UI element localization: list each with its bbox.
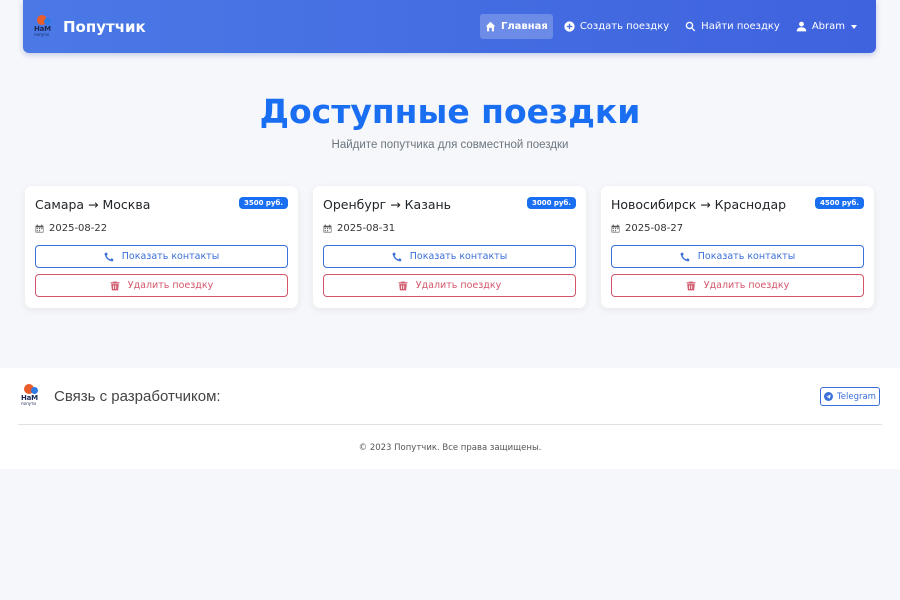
- home-icon: [485, 21, 496, 32]
- user-menu-dropdown[interactable]: Abram: [791, 14, 862, 39]
- nav-item-home[interactable]: Главная: [479, 14, 553, 39]
- search-icon: [685, 21, 696, 32]
- calendar-icon: [323, 224, 332, 233]
- phone-icon: [104, 252, 114, 261]
- trip-date-value: 2025-08-31: [337, 223, 396, 234]
- brand[interactable]: НаМ попути Попутчик: [34, 14, 146, 40]
- brand-name[interactable]: Попутчик: [63, 18, 146, 36]
- trip-card: Оренбург → Казань 3000 руб. 2025-08-31 П…: [313, 186, 586, 308]
- trip-date: 2025-08-27: [611, 223, 683, 234]
- delete-trip-button[interactable]: Удалить поездку: [323, 274, 576, 297]
- price-badge: 4500 руб.: [814, 197, 864, 209]
- phone-icon: [680, 252, 690, 261]
- trip-date-value: 2025-08-27: [625, 223, 684, 234]
- trash-icon: [110, 281, 120, 290]
- footer-divider: [18, 424, 882, 425]
- trip-route: Оренбург → Казань: [323, 197, 452, 212]
- calendar-icon: [611, 224, 620, 233]
- show-contacts-button[interactable]: Показать контакты: [611, 245, 864, 268]
- trip-route: Новосибирск → Краснодар: [611, 197, 787, 212]
- username: Abram: [811, 21, 845, 32]
- delete-trip-button[interactable]: Удалить поездку: [35, 274, 288, 297]
- show-contacts-button[interactable]: Показать контакты: [35, 245, 288, 268]
- copyright: © 2023 Попутчик. Все права защищены.: [358, 443, 542, 453]
- developer-contact-label: Связь с разработчиком:: [54, 388, 221, 405]
- navbar: НаМ попути Попутчик Главная Создать поез…: [23, 0, 876, 53]
- trip-card: Самара → Москва 3500 руб. 2025-08-22 Пок…: [25, 186, 298, 308]
- telegram-button[interactable]: Telegram: [820, 387, 880, 406]
- logo-subtext: попути: [34, 31, 49, 37]
- logo-subtext: попути: [21, 401, 36, 406]
- show-contacts-button[interactable]: Показать контакты: [323, 245, 576, 268]
- nav-item-find-trip[interactable]: Найти поездку: [680, 14, 785, 39]
- calendar-icon: [35, 224, 44, 233]
- price-badge: 3500 руб.: [238, 197, 288, 209]
- user-icon: [796, 21, 807, 32]
- delete-trip-button[interactable]: Удалить поездку: [611, 274, 864, 297]
- page-title: Доступные поездки: [259, 92, 641, 131]
- footer: НаМ попути Связь с разработчиком: Telegr…: [0, 368, 900, 469]
- nav-item-label: Главная: [500, 21, 548, 32]
- trash-icon: [398, 281, 408, 290]
- page-subtitle: Найдите попутчика для совместной поездки: [331, 139, 569, 151]
- trip-card: Новосибирск → Краснодар 4500 руб. 2025-0…: [601, 186, 874, 308]
- logo: НаМ попути: [34, 14, 56, 40]
- nav-item-label: Создать поездку: [579, 21, 670, 32]
- price-badge: 3000 руб.: [526, 197, 576, 209]
- chevron-down-icon: [851, 24, 857, 29]
- trip-date: 2025-08-31: [323, 223, 395, 234]
- trash-icon: [686, 281, 696, 290]
- footer-logo: НаМ попути: [21, 383, 43, 409]
- nav-menu: Главная Создать поездку Найти поездку Ab…: [474, 14, 862, 39]
- phone-icon: [392, 252, 402, 261]
- trip-date-value: 2025-08-22: [49, 223, 108, 234]
- trip-date: 2025-08-22: [35, 223, 107, 234]
- telegram-icon: [824, 392, 834, 401]
- nav-item-create-trip[interactable]: Создать поездку: [559, 14, 674, 39]
- plus-circle-icon: [564, 21, 575, 32]
- nav-item-label: Найти поездку: [701, 21, 780, 32]
- trip-route: Самара → Москва: [35, 197, 151, 212]
